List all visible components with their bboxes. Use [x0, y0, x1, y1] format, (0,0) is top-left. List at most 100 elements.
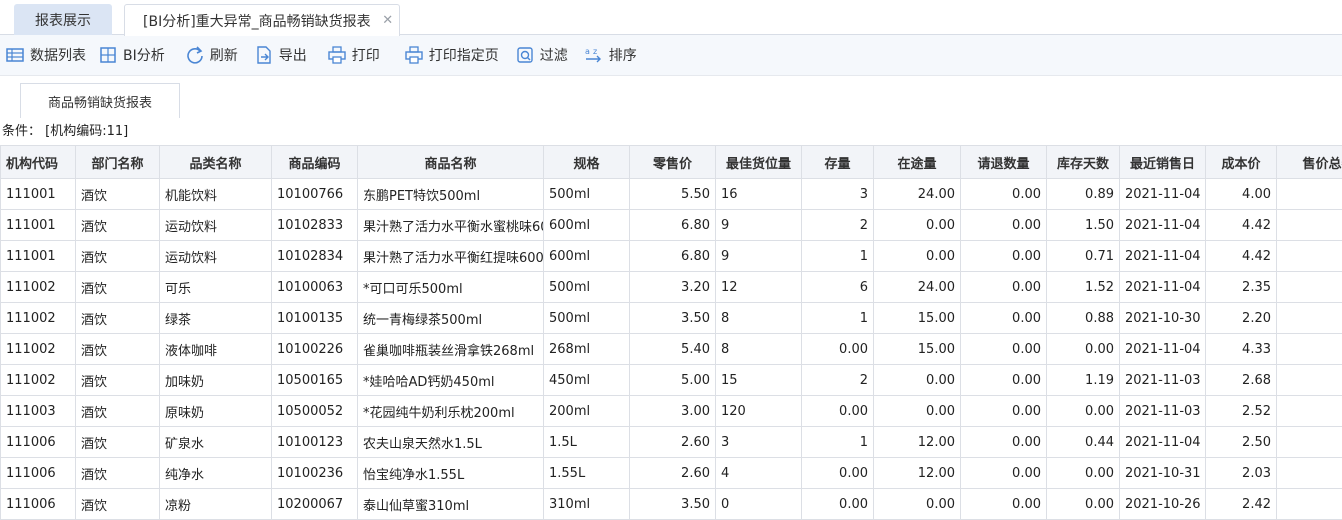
- table-row[interactable]: 111002 酒饮 绿茶 10100135 统一青梅绿茶500ml 500ml 3.50 8 1…: [0, 302, 1342, 334]
- table-cell: 268ml: [543, 333, 630, 365]
- table-cell: 310ml: [543, 488, 630, 520]
- table-cell: 泰山仙草蜜310ml: [357, 488, 544, 520]
- table-cell: 0.71: [1046, 240, 1120, 272]
- table-cell: 1.5L: [543, 426, 630, 458]
- column-header[interactable]: 存量: [801, 145, 874, 179]
- table-cell: 酒饮: [75, 302, 160, 334]
- print-button[interactable]: 打印: [327, 40, 380, 70]
- column-header[interactable]: 零售价: [629, 145, 716, 179]
- table-row[interactable]: 111002 酒饮 液体咖啡 10100226 雀巢咖啡瓶装丝滑拿铁268ml 268ml…: [0, 333, 1342, 365]
- subtab-sales-stockout[interactable]: 商品畅销缺货报表: [20, 83, 180, 118]
- table-cell: 2021-11-04: [1119, 271, 1206, 303]
- tab-bi-report[interactable]: [BI分析]重大异常_商品畅销缺货报表 ✕: [124, 4, 400, 36]
- table-cell: 2.50: [1205, 426, 1277, 458]
- table-row[interactable]: 111001酒饮运动饮料10102833果汁熟了活力水平衡水蜜桃味600ml60…: [0, 209, 1342, 241]
- table-cell: 0.00: [960, 333, 1047, 365]
- column-header[interactable]: 售价总额: [1276, 145, 1342, 179]
- table-cell: 10500052: [271, 395, 358, 427]
- export-button[interactable]: 导出: [254, 40, 307, 70]
- table-cell: 0.00: [960, 426, 1047, 458]
- table-cell: 10500165: [271, 364, 358, 396]
- table-cell: 15.00: [873, 302, 961, 334]
- table-cell: 111006: [0, 426, 76, 458]
- table-cell: 0: [1276, 333, 1342, 365]
- table-list-icon: [5, 45, 25, 65]
- table-cell: 2021-11-04: [1119, 240, 1206, 272]
- bi-analysis-button[interactable]: BI分析: [98, 40, 165, 70]
- table-cell: 0.00: [873, 364, 961, 396]
- table-cell: 4.42: [1205, 209, 1277, 241]
- table-cell: 5.00: [629, 364, 716, 396]
- column-header[interactable]: 成本价: [1205, 145, 1277, 179]
- table-row[interactable]: 111003 酒饮 原味奶 10500052 *花园纯牛奶利乐枕200ml 200ml 3.…: [0, 395, 1342, 427]
- table-cell: 600ml: [543, 240, 630, 272]
- table-cell: 0.00: [873, 395, 961, 427]
- table-row[interactable]: 111006 酒饮 纯净水 10100236 怡宝纯净水1.55L 1.55L 2.60 4 0…: [0, 457, 1342, 489]
- table-row[interactable]: 111006 酒饮 凉粉 10200067 泰山仙草蜜310ml 310ml 3.50 0 0.…: [0, 488, 1342, 520]
- close-icon[interactable]: ✕: [381, 13, 395, 28]
- filter-button[interactable]: 过滤: [515, 40, 568, 70]
- table-row[interactable]: 111001 酒饮 机能饮料 10100766 东鹏PET特饮500ml 500ml 5.5…: [0, 178, 1342, 210]
- table-cell: 10100063: [271, 271, 358, 303]
- tab-report-display[interactable]: 报表展示: [14, 4, 112, 35]
- table-cell: 2: [801, 209, 874, 241]
- column-header[interactable]: 商品编码: [271, 145, 358, 179]
- column-header[interactable]: 最近销售日: [1119, 145, 1206, 179]
- table-cell: 0.00: [801, 457, 874, 489]
- column-header[interactable]: 部门名称: [75, 145, 160, 179]
- data-list-button[interactable]: 数据列表: [5, 40, 86, 70]
- table-cell: 2.42: [1205, 488, 1277, 520]
- filter-label: 过滤: [539, 48, 568, 64]
- table-cell: 9: [715, 240, 802, 272]
- table-cell: 111001: [0, 209, 76, 241]
- table-cell: 15.00: [873, 333, 961, 365]
- table-cell: 怡宝纯净水1.55L: [357, 457, 544, 489]
- table-cell: 6.80: [629, 209, 716, 241]
- table-row[interactable]: 111006 酒饮 矿泉水 10100123 农夫山泉天然水1.5L 1.5L 2.60 3 1…: [0, 426, 1342, 458]
- printer-page-icon: [404, 45, 424, 65]
- column-header[interactable]: 商品名称: [357, 145, 544, 179]
- column-header[interactable]: 规格: [543, 145, 630, 179]
- table-cell: 1.50: [1046, 209, 1120, 241]
- column-header[interactable]: 最佳货位量: [715, 145, 802, 179]
- table-header-row: 机构代码 部门名称 品类名称 商品编码 商品名称 规格 零售价 最佳货位量 存量 在途量 请退数量库…: [0, 145, 1342, 179]
- table-cell: 0.00: [960, 209, 1047, 241]
- table-cell: 600ml: [543, 209, 630, 241]
- column-header[interactable]: 在途量: [873, 145, 961, 179]
- table-cell: 加味奶: [159, 364, 272, 396]
- table-cell: 2.20: [1205, 302, 1277, 334]
- table-cell: 酒饮: [75, 426, 160, 458]
- table-cell: 10102833: [271, 209, 358, 241]
- table-cell: 可乐: [159, 271, 272, 303]
- table-cell: 3.50: [629, 302, 716, 334]
- refresh-button[interactable]: 刷新: [185, 40, 238, 70]
- table-cell: 农夫山泉天然水1.5L: [357, 426, 544, 458]
- table-cell: 1.52: [1046, 271, 1120, 303]
- table-cell: 111002: [0, 271, 76, 303]
- table-cell: 原味奶: [159, 395, 272, 427]
- table-cell: 10200067: [271, 488, 358, 520]
- table-cell: 1: [801, 240, 874, 272]
- table-cell: 8: [715, 302, 802, 334]
- column-header[interactable]: 库存天数: [1046, 145, 1120, 179]
- sort-button[interactable]: az 排序: [584, 40, 637, 70]
- column-header[interactable]: 品类名称: [159, 145, 272, 179]
- table-cell: 4.00: [1205, 178, 1277, 210]
- column-header[interactable]: 机构代码: [0, 145, 76, 179]
- table-cell: 2021-11-04: [1119, 426, 1206, 458]
- table-cell: 机能饮料: [159, 178, 272, 210]
- table-cell: 0.89: [1046, 178, 1120, 210]
- svg-text:a: a: [585, 47, 590, 56]
- table-cell: 运动饮料: [159, 240, 272, 272]
- column-header[interactable]: 请退数量: [960, 145, 1047, 179]
- table-cell: 4: [715, 457, 802, 489]
- table-cell: 111001: [0, 178, 76, 210]
- table-row[interactable]: 111001 酒饮 运动饮料 10102834 果汁熟了活力水平衡红提味600ml 600…: [0, 240, 1342, 272]
- table-row[interactable]: 111002 酒饮 可乐 10100063 *可口可乐500ml 500ml 3.20 12 6…: [0, 271, 1342, 303]
- table-cell: 0.00: [960, 240, 1047, 272]
- table-cell: 雀巢咖啡瓶装丝滑拿铁268ml: [357, 333, 544, 365]
- table-cell: 10102834: [271, 240, 358, 272]
- table-cell: 10100766: [271, 178, 358, 210]
- table-row[interactable]: 111002 酒饮 加味奶 10500165 *娃哈哈AD钙奶450ml 450ml 5.0…: [0, 364, 1342, 396]
- print-page-button[interactable]: 打印指定页: [404, 40, 499, 70]
